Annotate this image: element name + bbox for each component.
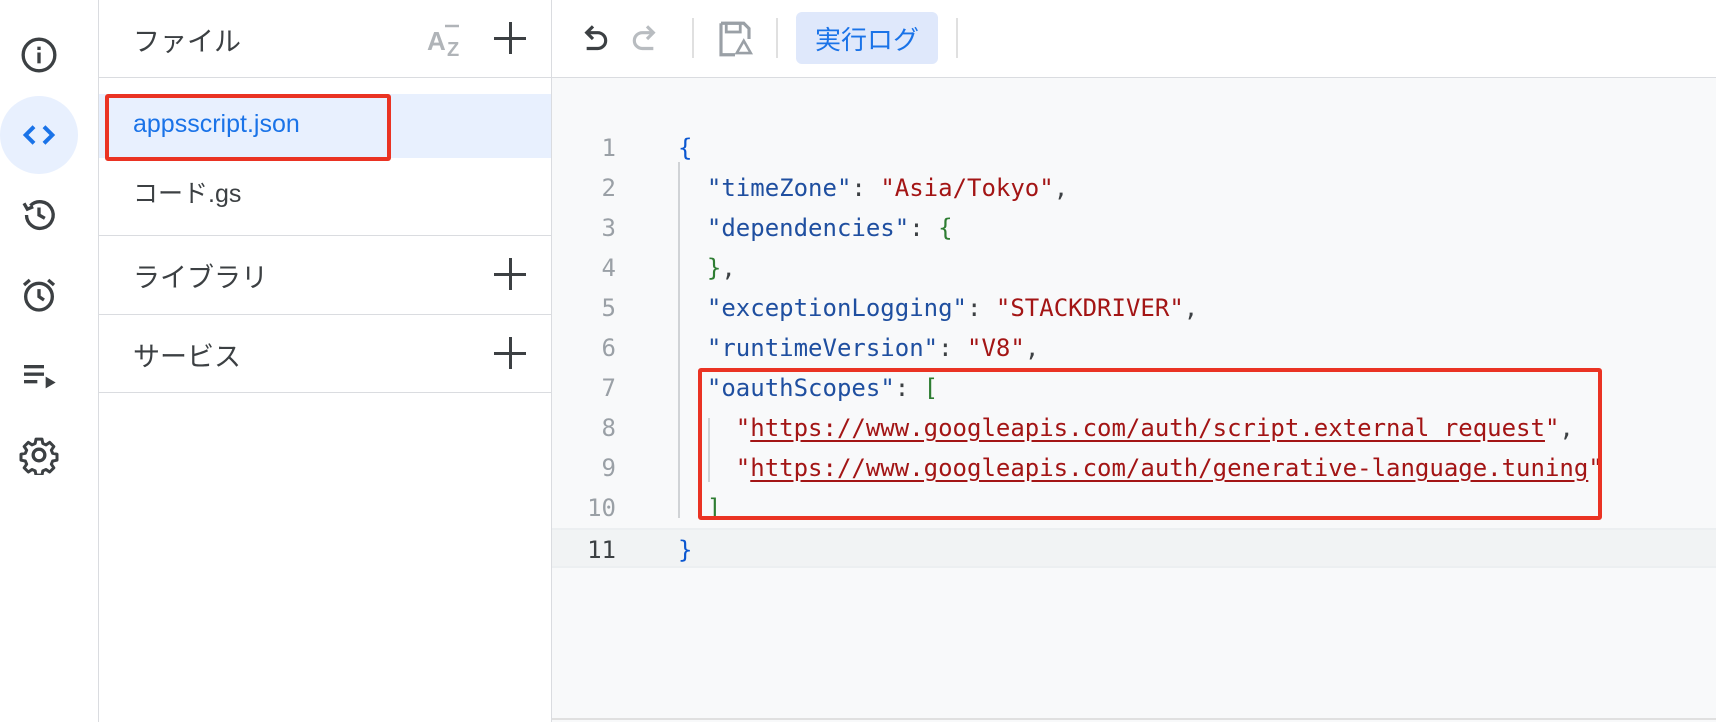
line-number: 10 [587,494,616,522]
settings-button[interactable] [0,416,78,494]
redo-icon[interactable] [628,20,666,58]
add-file-icon[interactable] [492,20,528,56]
add-library-icon[interactable] [492,256,528,292]
svg-text:A: A [427,26,446,56]
libraries-title: ライブラリ [133,263,268,293]
services-header: サービス [99,315,551,393]
executions-button[interactable] [0,336,78,414]
code-line: 4 }, [552,248,1716,288]
code-line: 6 "runtimeVersion": "V8", [552,328,1716,368]
services-title: サービス [133,342,241,372]
code-icon [22,125,56,145]
triggers-button[interactable] [0,256,78,334]
code-line: 1 { [552,128,1716,168]
files-header: ファイル A Z [99,0,551,78]
services-divider [99,392,551,393]
json-value: STACKDRIVER [1010,294,1170,322]
undo-icon[interactable] [574,20,612,58]
line-number: 4 [601,254,616,282]
add-service-icon[interactable] [492,335,528,371]
editor-bottom-border [552,718,1716,720]
line-number: 9 [601,454,616,482]
json-value: V8 [981,334,1011,362]
code-line: 3 "dependencies": { [552,208,1716,248]
history-icon [22,200,55,231]
code-line: 2 "timeZone": "Asia/Tokyo", [552,168,1716,208]
highlight-box-oauth-scopes [698,368,1602,520]
files-title: ファイル [133,27,241,57]
run-log-button[interactable]: 実行ログ [796,12,938,64]
libraries-header: ライブラリ [99,236,551,314]
playlist-play-icon [24,365,56,389]
json-key: exceptionLogging [721,294,953,322]
line-number: 3 [601,214,616,242]
json-value: Asia/Tokyo [894,174,1040,202]
code-line-current: 11 } [552,528,1716,568]
save-to-drive-icon[interactable] [714,18,756,60]
left-rail [0,0,98,722]
code-line: 5 "exceptionLogging": "STACKDRIVER", [552,288,1716,328]
json-key: timeZone [721,174,837,202]
highlight-box-file [105,94,391,161]
alarm-icon [22,278,56,312]
line-number: 1 [601,134,616,162]
sort-az-icon[interactable]: A Z [427,22,467,58]
line-number: 2 [601,174,616,202]
line-number: 5 [601,294,616,322]
line-number: 8 [601,414,616,442]
overview-button[interactable] [0,16,78,94]
editor-toolbar: 実行ログ [552,0,1716,78]
svg-text:Z: Z [447,39,459,58]
line-number: 7 [601,374,616,402]
info-icon [21,37,57,73]
history-button[interactable] [0,176,78,254]
json-key: runtimeVersion [721,334,924,362]
code-editor[interactable]: 1 { 2 "timeZone": "Asia/Tokyo", 3 "depen… [552,78,1716,722]
file-name: コード.gs [133,180,242,208]
json-key: dependencies [721,214,895,242]
toolbar-separator [776,18,778,58]
toolbar-separator [956,18,958,58]
files-header-divider [99,77,551,78]
line-number: 6 [601,334,616,362]
line-number: 11 [587,536,616,564]
files-panel: ファイル A Z appsscript.json コード.gs ライブラリ サー… [99,0,551,722]
editor-button[interactable] [0,96,78,174]
gear-icon [19,437,59,475]
file-item-code-gs[interactable]: コード.gs [99,158,551,222]
toolbar-separator [692,18,694,58]
